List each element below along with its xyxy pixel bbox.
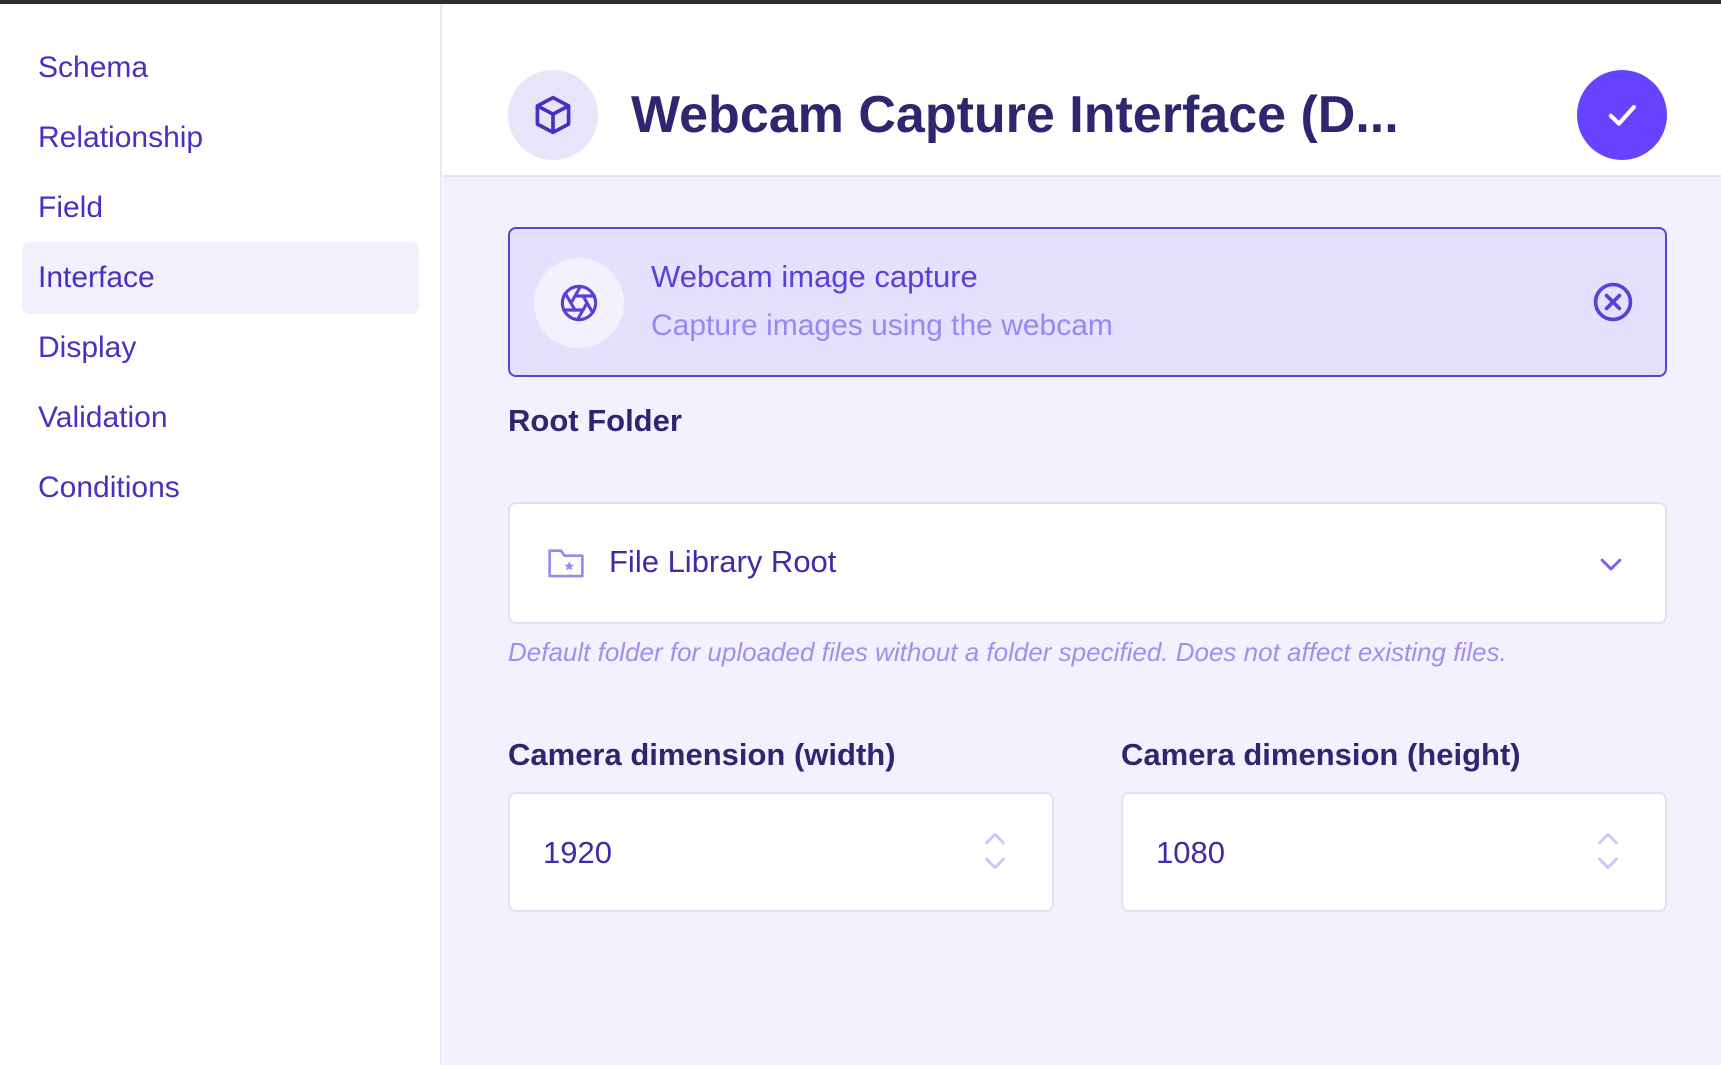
check-icon	[1608, 105, 1636, 126]
interface-name: Webcam image capture	[651, 259, 978, 294]
box-icon	[508, 70, 598, 160]
sidebar-item-label: Conditions	[38, 471, 180, 504]
camera-height-value: 1080	[1156, 835, 1225, 870]
main-panel: Webcam Capture Interface (D... Webcam im…	[443, 4, 1721, 1065]
camera-width-input[interactable]: 1920	[508, 792, 1054, 912]
drawer-header: Webcam Capture Interface (D...	[443, 4, 1721, 177]
aperture-icon	[534, 258, 624, 348]
chevron-down-icon[interactable]	[980, 852, 1010, 878]
save-button[interactable]	[1577, 70, 1667, 160]
root-folder-select[interactable]: File Library Root	[508, 502, 1667, 624]
sidebar-item-display[interactable]: Display	[22, 312, 419, 384]
sidebar-item-conditions[interactable]: Conditions	[22, 452, 419, 524]
sidebar-item-field[interactable]: Field	[22, 172, 419, 244]
root-folder-hint: Default folder for uploaded files withou…	[508, 637, 1507, 667]
chevron-up-icon[interactable]	[980, 826, 1010, 852]
sidebar-item-label: Relationship	[38, 121, 204, 154]
sidebar-item-label: Schema	[38, 51, 149, 84]
camera-width-value: 1920	[543, 835, 612, 870]
chevron-down-icon[interactable]	[1593, 852, 1623, 878]
root-folder-label: Root Folder	[508, 403, 682, 438]
folder-star-icon	[546, 545, 586, 586]
selected-interface-card[interactable]: Webcam image capture Capture images usin…	[508, 227, 1667, 377]
camera-height-label: Camera dimension (height)	[1121, 737, 1521, 772]
camera-height-input[interactable]: 1080	[1121, 792, 1667, 912]
camera-width-label: Camera dimension (width)	[508, 737, 896, 772]
chevron-down-icon	[1596, 549, 1626, 584]
sidebar-item-label: Interface	[38, 261, 155, 294]
sidebar-item-label: Validation	[38, 401, 168, 434]
sidebar: Schema Relationship Field Interface Disp…	[0, 4, 442, 1065]
sidebar-item-label: Field	[38, 191, 104, 224]
camera-width-stepper[interactable]	[980, 826, 1010, 878]
sidebar-item-relationship[interactable]: Relationship	[22, 102, 419, 174]
root-folder-value: File Library Root	[609, 544, 837, 579]
sidebar-item-label: Display	[38, 331, 137, 364]
chevron-up-icon[interactable]	[1593, 826, 1623, 852]
sidebar-item-schema[interactable]: Schema	[22, 32, 419, 104]
sidebar-item-validation[interactable]: Validation	[22, 382, 419, 454]
sidebar-item-interface[interactable]: Interface	[22, 242, 419, 314]
interface-description: Capture images using the webcam	[651, 309, 1113, 342]
page-title: Webcam Capture Interface (D...	[631, 86, 1399, 144]
camera-height-stepper[interactable]	[1593, 826, 1623, 878]
close-circle-icon[interactable]	[1590, 279, 1636, 325]
